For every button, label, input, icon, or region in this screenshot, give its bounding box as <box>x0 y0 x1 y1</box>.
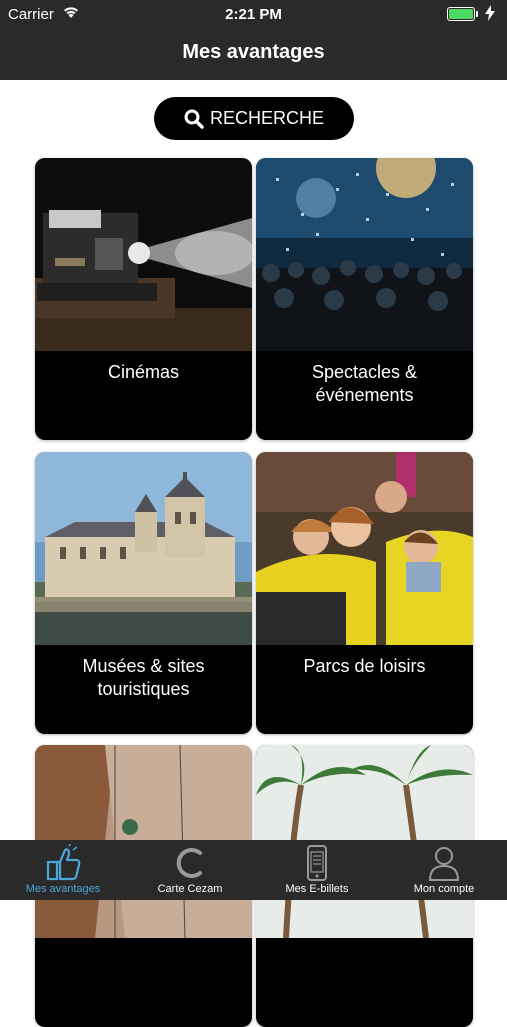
category-label: Musées & sites touristiques <box>82 656 205 699</box>
cinema-projector-image <box>35 158 252 351</box>
search-icon <box>184 109 204 129</box>
category-label: Spectacles & événements <box>311 362 418 405</box>
category-label: Cinémas <box>107 362 180 382</box>
phone-ticket-icon <box>307 845 327 881</box>
search-label: RECHERCHE <box>209 108 324 128</box>
tab-label: Carte Cezam <box>157 883 223 895</box>
tab-mon-compte[interactable]: Mon compte <box>381 840 507 900</box>
category-label <box>256 938 473 1027</box>
category-card-musees[interactable]: Musées & sites touristiques <box>35 452 252 734</box>
navigation-bar: Mes avantages <box>0 28 507 80</box>
concert-crowd-image <box>256 158 473 351</box>
tab-mes-avantages[interactable]: Mes avantages <box>0 840 126 900</box>
battery-icon <box>447 7 478 21</box>
category-card-spectacles[interactable]: Spectacles & événements <box>256 158 473 440</box>
category-card-cinemas[interactable]: Cinémas <box>35 158 252 440</box>
tab-carte-cezam[interactable]: Carte Cezam <box>127 840 253 900</box>
status-time: 2:21 PM <box>225 6 282 23</box>
tab-mes-e-billets[interactable]: Mes E-billets <box>254 840 380 900</box>
tab-bar: Mes avantages Carte Cezam Mes E-billets … <box>0 840 507 900</box>
category-label: Parcs de loisirs <box>303 656 426 676</box>
search-button[interactable]: RECHERCHE <box>154 97 354 140</box>
user-icon <box>428 847 460 881</box>
page-title: Mes avantages <box>182 41 325 63</box>
tab-label: Mes avantages <box>25 883 101 895</box>
category-card-parcs[interactable]: Parcs de loisirs <box>256 452 473 734</box>
category-label <box>35 938 252 1027</box>
tab-label: Mon compte <box>413 883 475 895</box>
chateau-image <box>35 452 252 645</box>
cezam-c-icon <box>176 848 202 878</box>
amusement-ride-image <box>256 452 473 645</box>
status-bar: Carrier 2:21 PM <box>0 0 507 28</box>
charging-bolt-icon <box>485 5 495 21</box>
thumbs-up-icon <box>46 844 81 881</box>
tab-label: Mes E-billets <box>285 883 349 895</box>
